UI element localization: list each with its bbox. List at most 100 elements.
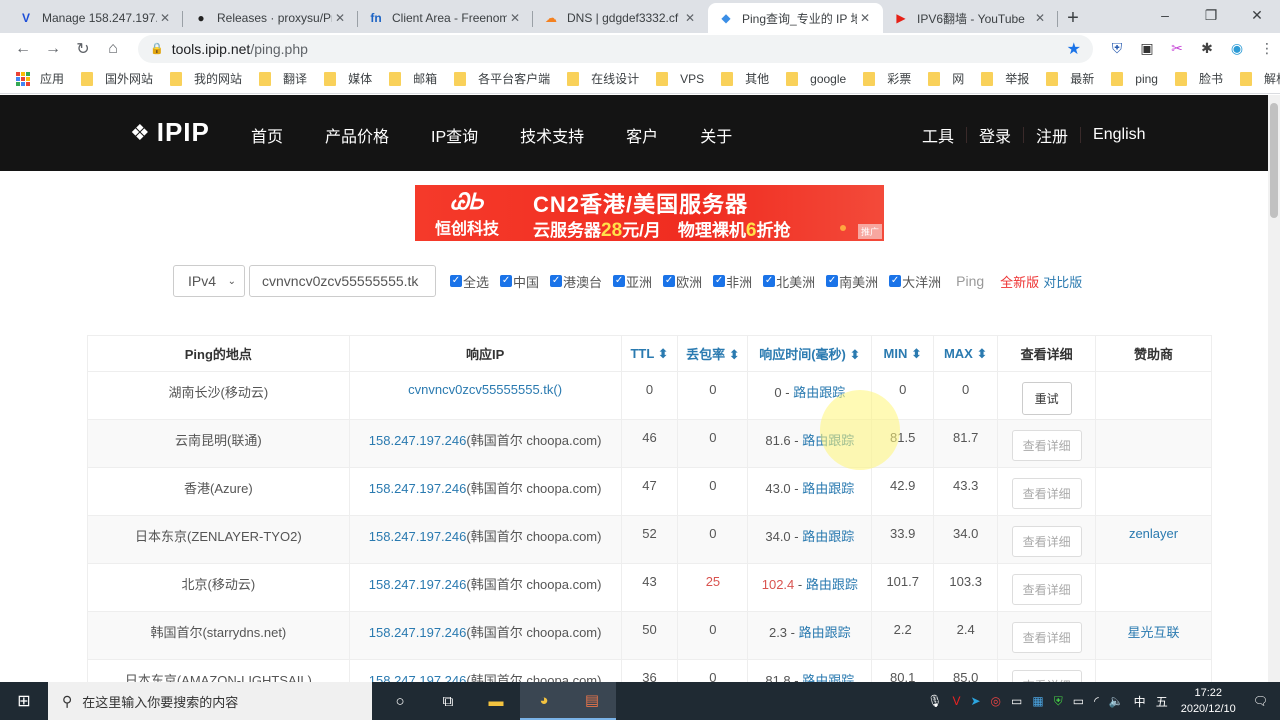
traceroute-link[interactable]: 路由跟踪 <box>802 481 854 496</box>
region-checkbox[interactable]: ✓ 欧洲 <box>663 272 702 291</box>
region-checkbox[interactable]: ✓ 亚洲 <box>613 272 652 291</box>
shield-extension-icon[interactable]: ⛨ <box>1107 39 1127 59</box>
ime-indicator[interactable]: 中 <box>1134 693 1146 710</box>
view-details-button[interactable]: 查看详细 <box>1011 478 1082 509</box>
task-view-button[interactable]: ⧉ <box>424 682 472 720</box>
sponsor-link[interactable]: 星光互联 <box>1128 625 1180 640</box>
restore-button[interactable]: ❐ <box>1188 0 1234 30</box>
taskbar-search[interactable]: ⚲ 在这里输入你要搜索的内容 <box>48 682 372 720</box>
view-details-button[interactable]: 查看详细 <box>1011 574 1082 605</box>
v2ray-tray-icon[interactable]: V <box>952 694 960 708</box>
browser-tab[interactable]: ◆ Ping查询_专业的 IP 地 ✕ <box>708 3 883 33</box>
traceroute-link[interactable]: 路由跟踪 <box>799 625 851 640</box>
bookmark-folder[interactable]: 解析 <box>1239 70 1280 87</box>
record-tray-icon[interactable]: ◎ <box>991 694 1001 708</box>
bookmark-star-icon[interactable]: ★ <box>1067 39 1081 59</box>
bookmark-folder[interactable]: 脸书 <box>1174 70 1223 87</box>
scrollbar-thumb[interactable] <box>1270 103 1278 218</box>
browser-tab[interactable]: ▶ IPV6翻墙 - YouTube ✕ <box>883 3 1058 33</box>
view-details-button[interactable]: 查看详细 <box>1011 670 1082 682</box>
close-tab-icon[interactable]: ✕ <box>682 11 698 25</box>
bookmark-folder[interactable]: 国外网站 <box>81 70 153 87</box>
browser-tab[interactable]: ☁ DNS | gdgdef3332.cf ✕ <box>533 3 708 33</box>
nav-login[interactable]: 登录 <box>979 123 1011 147</box>
response-ip-link[interactable]: 158.247.197.246 <box>369 625 467 640</box>
domain-input[interactable]: cvnvncv0zcv55555555.tk <box>249 265 436 297</box>
region-checkbox[interactable]: ✓ 北美洲 <box>763 272 815 291</box>
checkbox-checked-icon[interactable]: ✓ <box>450 275 462 287</box>
bookmark-folder[interactable]: 我的网站 <box>170 70 242 87</box>
nav-customers[interactable]: 客户 <box>626 123 658 147</box>
new-tab-button[interactable]: + <box>1058 3 1088 33</box>
home-button[interactable]: ⌂ <box>98 35 128 63</box>
region-checkbox[interactable]: ✓ 全选 <box>450 272 489 291</box>
checkbox-checked-icon[interactable]: ✓ <box>763 275 776 287</box>
close-tab-icon[interactable]: ✕ <box>507 11 523 25</box>
address-bar[interactable]: 🔒 tools.ipip.net/ping.php ★ <box>138 34 1093 63</box>
traceroute-link[interactable]: 路由跟踪 <box>802 529 854 544</box>
checkbox-checked-icon[interactable]: ✓ <box>663 275 676 287</box>
traceroute-link[interactable]: 路由跟踪 <box>793 385 845 400</box>
nav-home[interactable]: 首页 <box>251 123 283 147</box>
clock[interactable]: 17:22 2020/12/10 <box>1181 685 1236 717</box>
compare-version-link[interactable]: 对比版 <box>1043 272 1082 291</box>
ping-button[interactable]: Ping <box>956 273 984 289</box>
close-tab-icon[interactable]: ✕ <box>857 11 873 25</box>
nav-tools[interactable]: 工具 <box>922 123 954 147</box>
chrome-taskbar-button[interactable]: ◕ <box>520 682 568 720</box>
bookmark-folder[interactable]: VPS <box>656 71 704 86</box>
response-ip-link[interactable]: 158.247.197.246 <box>369 577 467 592</box>
checkbox-checked-icon[interactable]: ✓ <box>613 275 626 287</box>
minimize-button[interactable]: – <box>1142 0 1188 30</box>
traceroute-link[interactable]: 路由跟踪 <box>802 673 854 682</box>
telegram-tray-icon[interactable]: ➤ <box>970 694 980 708</box>
col-max[interactable]: MAX ⬍ <box>933 335 999 372</box>
nav-ip-lookup[interactable]: IP查询 <box>431 123 478 147</box>
col-min[interactable]: MIN ⬍ <box>871 335 935 372</box>
view-details-button[interactable]: 查看详细 <box>1011 430 1082 461</box>
more-menu-icon[interactable]: ⋮ <box>1257 39 1277 59</box>
security-tray-icon[interactable]: ⛨ <box>1054 694 1063 709</box>
region-checkbox[interactable]: ✓ 大洋洲 <box>889 272 941 291</box>
close-tab-icon[interactable]: ✕ <box>332 11 348 25</box>
close-tab-icon[interactable]: ✕ <box>157 11 173 25</box>
bookmark-folder[interactable]: 各平台客户端 <box>454 70 550 87</box>
network-app-tray-icon[interactable]: ▦ <box>1032 694 1043 708</box>
ad-banner[interactable]: ᏊᏏ 恒创科技 CN2香港/美国服务器 云服务器28元/月 物理裸机6折抢 推广 <box>415 185 884 241</box>
nav-english[interactable]: English <box>1093 126 1145 144</box>
bookmark-folder[interactable]: 举报 <box>981 70 1029 87</box>
checkbox-checked-icon[interactable]: ✓ <box>500 275 513 287</box>
forward-button[interactable]: → <box>38 35 68 63</box>
traceroute-link[interactable]: 路由跟踪 <box>802 433 854 448</box>
close-tab-icon[interactable]: ✕ <box>1032 11 1048 25</box>
bookmark-folder[interactable]: 其他 <box>721 70 769 87</box>
new-version-link[interactable]: 全新版 <box>1000 272 1039 291</box>
region-checkbox[interactable]: ✓ 中国 <box>500 272 539 291</box>
browser-tab[interactable]: ● Releases · proxysu/Pr ✕ <box>183 3 358 33</box>
view-details-button[interactable]: 查看详细 <box>1011 622 1082 653</box>
bookmark-apps[interactable]: 应用 <box>16 70 64 87</box>
sponsor-link[interactable]: zenlayer <box>1129 526 1178 541</box>
bookmark-folder[interactable]: google <box>786 71 846 86</box>
profile-avatar-icon[interactable]: ◉ <box>1227 39 1247 59</box>
region-checkbox[interactable]: ✓ 港澳台 <box>550 272 602 291</box>
checkbox-checked-icon[interactable]: ✓ <box>826 275 839 287</box>
response-ip-link[interactable]: 158.247.197.246 <box>369 481 467 496</box>
bookmark-folder[interactable]: 最新 <box>1046 70 1094 87</box>
ime-mode-indicator[interactable]: 五 <box>1156 693 1168 710</box>
ip-version-select[interactable]: IPv4 ⌄ <box>173 265 245 297</box>
nav-pricing[interactable]: 产品价格 <box>325 123 389 147</box>
col-loss[interactable]: 丢包率 ⬍ <box>677 335 749 372</box>
checkbox-checked-icon[interactable]: ✓ <box>889 275 902 287</box>
response-ip-link[interactable]: 158.247.197.246 <box>369 673 467 682</box>
bookmark-folder[interactable]: 媒体 <box>324 70 372 87</box>
region-checkbox[interactable]: ✓ 南美洲 <box>826 272 878 291</box>
close-window-button[interactable]: ✕ <box>1234 0 1280 30</box>
browser-tab[interactable]: V Manage 158.247.197. ✕ <box>8 3 183 33</box>
start-button[interactable]: ⊞ <box>0 682 48 720</box>
package-extension-icon[interactable]: ▣ <box>1137 39 1157 59</box>
notifications-icon[interactable]: 🗨 <box>1253 694 1268 708</box>
traceroute-link[interactable]: 路由跟踪 <box>806 577 858 592</box>
nav-register[interactable]: 注册 <box>1036 123 1068 147</box>
volume-icon[interactable]: 🔈 <box>1109 694 1124 708</box>
